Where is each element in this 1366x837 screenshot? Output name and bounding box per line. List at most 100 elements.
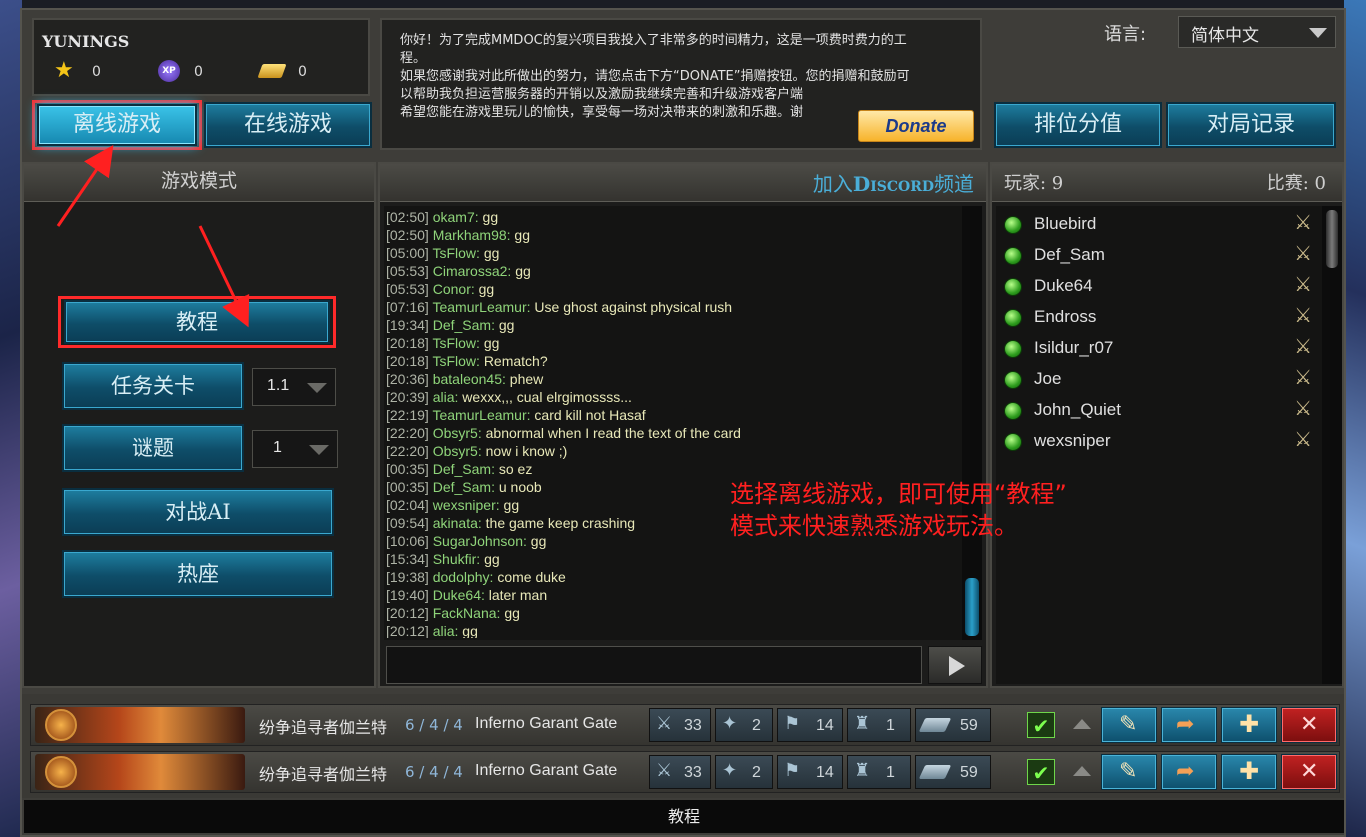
new-deck-button[interactable]: ✚ xyxy=(1221,707,1277,743)
challenge-swords-icon[interactable]: ⚔ xyxy=(1294,270,1312,301)
chat-user[interactable]: TsFlow: xyxy=(432,335,479,351)
chat-user[interactable]: wexsniper: xyxy=(433,497,500,513)
player-row[interactable]: Joe ⚔ xyxy=(1004,363,1314,394)
pencil-icon: ✎ xyxy=(1119,712,1138,737)
chat-user[interactable]: Def_Sam: xyxy=(433,317,495,333)
flag-icon: ⚑ xyxy=(784,760,801,780)
export-deck-button[interactable]: ➦ xyxy=(1161,754,1217,790)
player-row[interactable]: John_Quiet ⚔ xyxy=(1004,394,1314,425)
delete-deck-button[interactable]: ✕ xyxy=(1281,707,1337,743)
language-select[interactable]: 简体中文 xyxy=(1178,16,1336,48)
chat-text: phew xyxy=(509,371,544,387)
chat-message: [22:20] Obsyr5: now i know ;) xyxy=(386,442,960,460)
deck-row[interactable]: 纷争追寻者伽兰特 6 / 4 / 4 Inferno Garant Gate ⚔ 33 ✦… xyxy=(30,751,1340,793)
deck-row[interactable]: 纷争追寻者伽兰特 6 / 4 / 4 Inferno Garant Gate ⚔ 33 ✦… xyxy=(30,704,1340,746)
chat-input[interactable] xyxy=(386,646,922,684)
magic-stat: ✦ 2 xyxy=(715,755,773,789)
chat-user[interactable]: Markham98: xyxy=(433,227,511,243)
match-history-button[interactable]: 对局记录 xyxy=(1166,102,1336,148)
chat-user[interactable]: TsFlow: xyxy=(432,353,479,369)
campaign-select[interactable]: 1.1 xyxy=(252,368,336,406)
challenge-swords-icon[interactable]: ⚔ xyxy=(1294,363,1312,394)
player-row[interactable]: wexsniper ⚔ xyxy=(1004,425,1314,456)
chat-time: [19:34] xyxy=(386,317,429,333)
donate-button[interactable]: Donate xyxy=(858,110,974,142)
challenge-swords-icon[interactable]: ⚔ xyxy=(1294,425,1312,456)
chat-user[interactable]: Def_Sam: xyxy=(433,461,495,477)
rank-button[interactable]: 排位分值 xyxy=(994,102,1162,148)
challenge-swords-icon[interactable]: ⚔ xyxy=(1294,332,1312,363)
chat-time: [07:16] xyxy=(386,299,429,315)
chat-user[interactable]: Def_Sam: xyxy=(433,479,495,495)
hotseat-button[interactable]: 热座 xyxy=(62,550,334,598)
chat-user[interactable]: Shukfir: xyxy=(433,551,480,567)
chat-user[interactable]: Conor: xyxy=(433,281,475,297)
total-value: 59 xyxy=(960,717,978,734)
chat-user[interactable]: Obsyr5: xyxy=(433,425,482,441)
chat-text: gg xyxy=(504,605,520,621)
chat-user[interactable]: SugarJohnson: xyxy=(433,533,527,549)
chat-time: [02:50] xyxy=(386,209,429,225)
chat-text: Use ghost against physical rush xyxy=(534,299,733,315)
collapse-arrow-icon[interactable] xyxy=(1073,719,1091,729)
chat-user[interactable]: Duke64: xyxy=(433,587,485,603)
online-status-icon xyxy=(1004,277,1022,296)
chat-user[interactable]: Obsyr5: xyxy=(433,443,482,459)
delete-deck-button[interactable]: ✕ xyxy=(1281,754,1337,790)
chat-user[interactable]: FackNana: xyxy=(433,605,501,621)
chat-user[interactable]: okam7: xyxy=(433,209,479,225)
player-scroll-thumb[interactable] xyxy=(1326,210,1338,268)
puzzle-select[interactable]: 1 xyxy=(252,430,338,468)
challenge-swords-icon[interactable]: ⚔ xyxy=(1294,239,1312,270)
chat-send-button[interactable] xyxy=(928,646,982,684)
player-row[interactable]: Isildur_r07 ⚔ xyxy=(1004,332,1314,363)
chat-user[interactable]: dodolphy: xyxy=(433,569,494,585)
deck-valid-checkbox[interactable]: ✔ xyxy=(1027,712,1055,738)
chat-user[interactable]: bataleon45: xyxy=(433,371,506,387)
tutorial-button[interactable]: 教程 xyxy=(64,300,330,344)
new-deck-button[interactable]: ✚ xyxy=(1221,754,1277,790)
export-deck-button[interactable]: ➦ xyxy=(1161,707,1217,743)
delete-icon: ✕ xyxy=(1300,759,1319,784)
tower-icon: ♜ xyxy=(854,713,871,733)
player-row[interactable]: Endross ⚔ xyxy=(1004,301,1314,332)
player-row[interactable]: Bluebird ⚔ xyxy=(1004,208,1314,239)
vs-ai-button[interactable]: 对战AI xyxy=(62,488,334,536)
chat-scrollbar[interactable] xyxy=(962,206,982,640)
chat-scroll-thumb[interactable] xyxy=(965,578,979,636)
status-bar: 教程 xyxy=(24,800,1344,833)
language-value: 简体中文 xyxy=(1191,26,1259,46)
challenge-swords-icon[interactable]: ⚔ xyxy=(1294,208,1312,239)
chat-user[interactable]: alia: xyxy=(433,623,459,638)
chat-time: [00:35] xyxy=(386,479,429,495)
player-row[interactable]: Def_Sam ⚔ xyxy=(1004,239,1314,270)
player-row[interactable]: Duke64 ⚔ xyxy=(1004,270,1314,301)
challenge-swords-icon[interactable]: ⚔ xyxy=(1294,301,1312,332)
campaign-button[interactable]: 任务关卡 xyxy=(62,362,244,410)
discord-suffix: 频道 xyxy=(934,172,974,196)
annotation-line-1: 选择离线游戏，即可使用“教程” xyxy=(730,480,1067,508)
deck-valid-checkbox[interactable]: ✔ xyxy=(1027,759,1055,785)
collapse-arrow-icon[interactable] xyxy=(1073,766,1091,776)
player-scrollbar[interactable] xyxy=(1322,206,1342,684)
player-name: Joe xyxy=(1034,369,1062,388)
edit-deck-button[interactable]: ✎ xyxy=(1101,707,1157,743)
chat-user[interactable]: akinata: xyxy=(433,515,482,531)
sparkle-icon: ✦ xyxy=(722,760,738,780)
chat-time: [19:38] xyxy=(386,569,429,585)
pencil-icon: ✎ xyxy=(1119,759,1138,784)
chat-user[interactable]: TsFlow: xyxy=(432,245,479,261)
edit-deck-button[interactable]: ✎ xyxy=(1101,754,1157,790)
chat-user[interactable]: alia: xyxy=(433,389,459,405)
discord-link[interactable]: 加入Discord频道 xyxy=(813,168,974,197)
challenge-swords-icon[interactable]: ⚔ xyxy=(1294,394,1312,425)
chat-text: gg xyxy=(484,551,500,567)
offline-game-tab[interactable]: 离线游戏 xyxy=(37,104,197,146)
chat-user[interactable]: TeamurLeamur: xyxy=(432,299,530,315)
chevron-down-icon xyxy=(309,445,329,455)
chat-message: [20:18] TsFlow: gg xyxy=(386,334,960,352)
chat-user[interactable]: Cimarossa2: xyxy=(433,263,512,279)
chat-user[interactable]: TeamurLeamur: xyxy=(432,407,530,423)
puzzle-button[interactable]: 谜题 xyxy=(62,424,244,472)
online-game-tab[interactable]: 在线游戏 xyxy=(204,102,372,148)
